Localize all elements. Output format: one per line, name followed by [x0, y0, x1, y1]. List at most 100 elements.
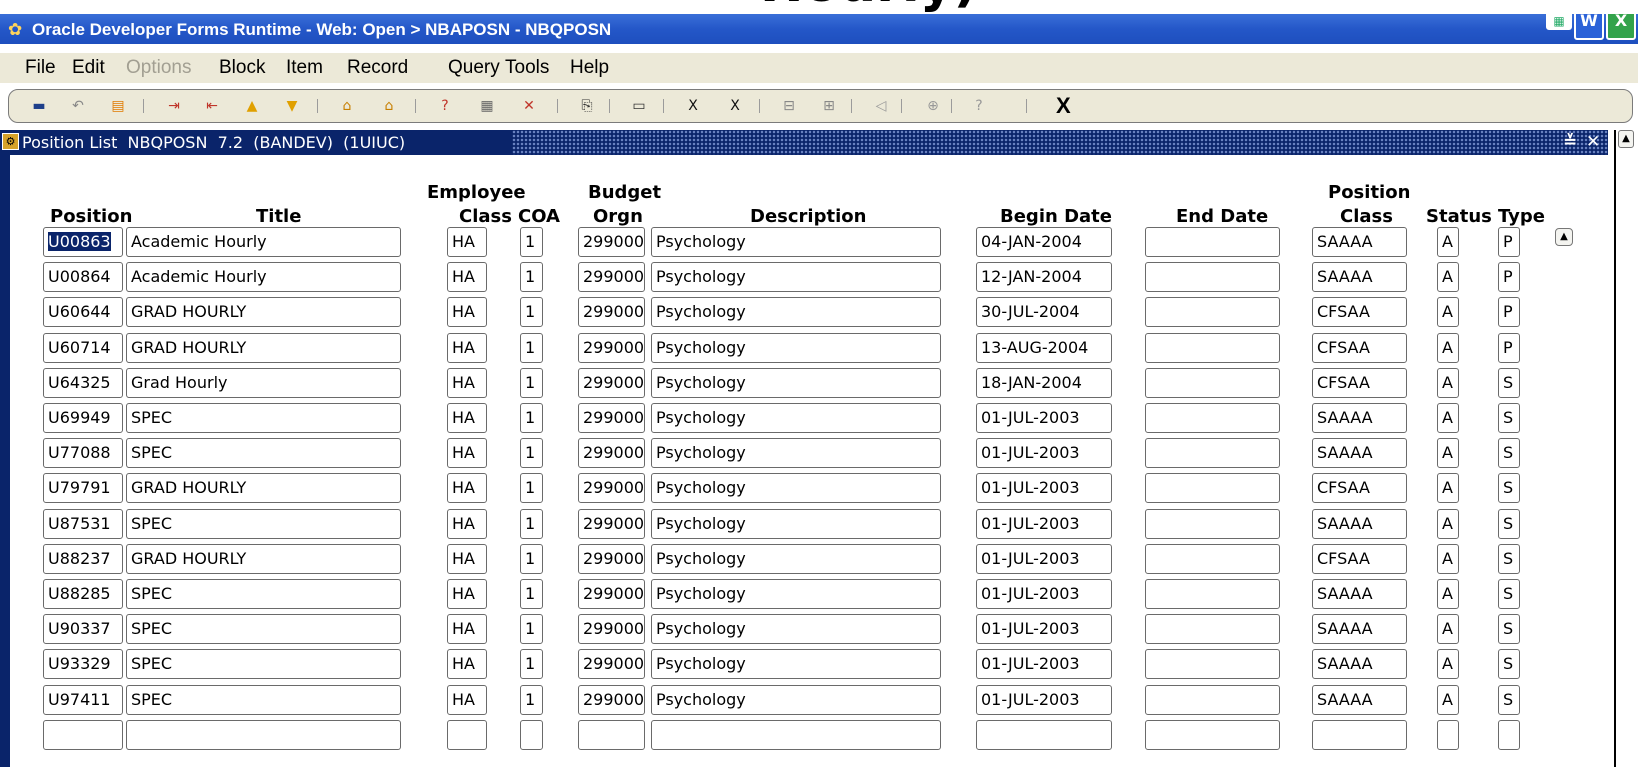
description-field[interactable]: Psychology	[651, 684, 941, 715]
close-icon[interactable]: ✕	[1586, 132, 1600, 152]
menu-edit[interactable]: Edit	[72, 57, 105, 79]
position-class-field[interactable]: CFSAA	[1312, 367, 1407, 398]
record-scrollbar[interactable]	[1560, 245, 1580, 767]
employee-class-field[interactable]: HA	[447, 332, 487, 363]
position-field[interactable]: U64325	[43, 367, 123, 398]
end-date-field[interactable]	[1145, 438, 1280, 469]
budget-orgn-field[interactable]: 299000	[578, 262, 645, 293]
coa-field[interactable]: 1	[520, 508, 543, 539]
budget-orgn-field[interactable]: 299000	[578, 438, 645, 469]
title-field[interactable]: GRAD HOURLY	[126, 332, 401, 363]
speaker-icon[interactable]: ◁	[870, 95, 892, 117]
insert-record-icon[interactable]: ⇥	[163, 95, 185, 117]
begin-date-field[interactable]: 01-JUL-2003	[976, 614, 1112, 645]
description-field[interactable]: Psychology	[651, 579, 941, 609]
budget-orgn-field[interactable]: 299000	[578, 367, 645, 398]
type-field[interactable]: P	[1498, 297, 1520, 328]
coa-field[interactable]: 1	[520, 579, 543, 609]
status-field[interactable]: A	[1437, 508, 1459, 539]
end-date-field[interactable]	[1145, 719, 1280, 750]
exit-button[interactable]: X	[1056, 93, 1071, 119]
export-icon[interactable]: X	[682, 95, 704, 117]
title-field[interactable]: Grad Hourly	[126, 367, 401, 398]
description-field[interactable]: Psychology	[651, 403, 941, 433]
description-field[interactable]: Psychology	[651, 508, 941, 539]
begin-date-field[interactable]: 01-JUL-2003	[976, 543, 1112, 574]
employee-class-field[interactable]: HA	[447, 262, 487, 293]
employee-class-field[interactable]: HA	[447, 403, 487, 433]
title-field[interactable]: GRAD HOURLY	[126, 297, 401, 328]
employee-class-field[interactable]: HA	[447, 367, 487, 398]
rollback-icon[interactable]: ↶	[67, 95, 89, 117]
enter-query-icon[interactable]: ⌂	[336, 95, 358, 117]
minimize-icon[interactable]: ≚	[1563, 132, 1577, 152]
description-field[interactable]: Psychology	[651, 332, 941, 363]
title-field[interactable]: GRAD HOURLY	[126, 473, 401, 504]
budget-orgn-field[interactable]: 299000	[578, 684, 645, 715]
status-field[interactable]: A	[1437, 579, 1459, 609]
employee-class-field[interactable]: HA	[447, 438, 487, 469]
end-date-field[interactable]	[1145, 579, 1280, 609]
end-date-field[interactable]	[1145, 508, 1280, 539]
type-field[interactable]: S	[1498, 367, 1520, 398]
position-field[interactable]	[43, 719, 123, 750]
status-field[interactable]: A	[1437, 649, 1459, 680]
position-class-field[interactable]: SAAAA	[1312, 614, 1407, 645]
coa-field[interactable]: 1	[520, 543, 543, 574]
begin-date-field[interactable]: 18-JAN-2004	[976, 367, 1112, 398]
print-icon[interactable]: ▤	[107, 95, 129, 117]
coa-field[interactable]: 1	[520, 684, 543, 715]
type-field[interactable]: P	[1498, 332, 1520, 363]
type-field[interactable]: S	[1498, 508, 1520, 539]
description-field[interactable]: Psychology	[651, 649, 941, 680]
info-icon[interactable]: ?	[968, 95, 990, 117]
end-date-field[interactable]	[1145, 614, 1280, 645]
budget-orgn-field[interactable]: 299000	[578, 227, 645, 257]
title-field[interactable]	[126, 719, 401, 750]
menu-item[interactable]: Item	[286, 57, 323, 79]
description-field[interactable]: Psychology	[651, 543, 941, 574]
coa-field[interactable]	[520, 719, 543, 750]
begin-date-field[interactable]: 01-JUL-2003	[976, 403, 1112, 433]
title-field[interactable]: SPEC	[126, 438, 401, 469]
description-field[interactable]: Psychology	[651, 438, 941, 469]
end-date-field[interactable]	[1145, 262, 1280, 293]
coa-field[interactable]: 1	[520, 227, 543, 257]
budget-orgn-field[interactable]: 299000	[578, 614, 645, 645]
previous-block-icon[interactable]: ▼	[281, 95, 303, 117]
employee-class-field[interactable]: HA	[447, 473, 487, 504]
employee-class-field[interactable]: HA	[447, 579, 487, 609]
menu-file[interactable]: File	[25, 57, 56, 79]
budget-orgn-field[interactable]: 299000	[578, 543, 645, 574]
description-field[interactable]: Psychology	[651, 262, 941, 293]
budget-orgn-field[interactable]: 299000	[578, 297, 645, 328]
position-class-field[interactable]: CFSAA	[1312, 543, 1407, 574]
begin-date-field[interactable]: 01-JUL-2003	[976, 508, 1112, 539]
employee-class-field[interactable]: HA	[447, 227, 487, 257]
position-field[interactable]: U00864	[43, 262, 123, 293]
end-date-field[interactable]	[1145, 403, 1280, 433]
position-class-field[interactable]: CFSAA	[1312, 297, 1407, 328]
status-field[interactable]: A	[1437, 227, 1459, 257]
position-class-field[interactable]: SAAAA	[1312, 579, 1407, 609]
description-field[interactable]: Psychology	[651, 297, 941, 328]
menu-options[interactable]: Options	[126, 57, 191, 79]
title-field[interactable]: Academic Hourly	[126, 262, 401, 293]
employee-class-field[interactable]: HA	[447, 684, 487, 715]
save-icon[interactable]: ▬	[28, 95, 50, 117]
position-field[interactable]: U60714	[43, 332, 123, 363]
coa-field[interactable]: 1	[520, 297, 543, 328]
menu-record[interactable]: Record	[347, 57, 408, 79]
coa-field[interactable]: 1	[520, 473, 543, 504]
type-field[interactable]: S	[1498, 403, 1520, 433]
budget-orgn-field[interactable]: 299000	[578, 508, 645, 539]
help-icon[interactable]: ?	[434, 95, 456, 117]
menu-tools[interactable]: Tools	[505, 57, 549, 79]
title-field[interactable]: SPEC	[126, 403, 401, 433]
position-field[interactable]: U60644	[43, 297, 123, 328]
end-date-field[interactable]	[1145, 367, 1280, 398]
begin-date-field[interactable]: 01-JUL-2003	[976, 579, 1112, 609]
tree-collapse-icon[interactable]: ⊟	[778, 95, 800, 117]
end-date-field[interactable]	[1145, 332, 1280, 363]
end-date-field[interactable]	[1145, 543, 1280, 574]
